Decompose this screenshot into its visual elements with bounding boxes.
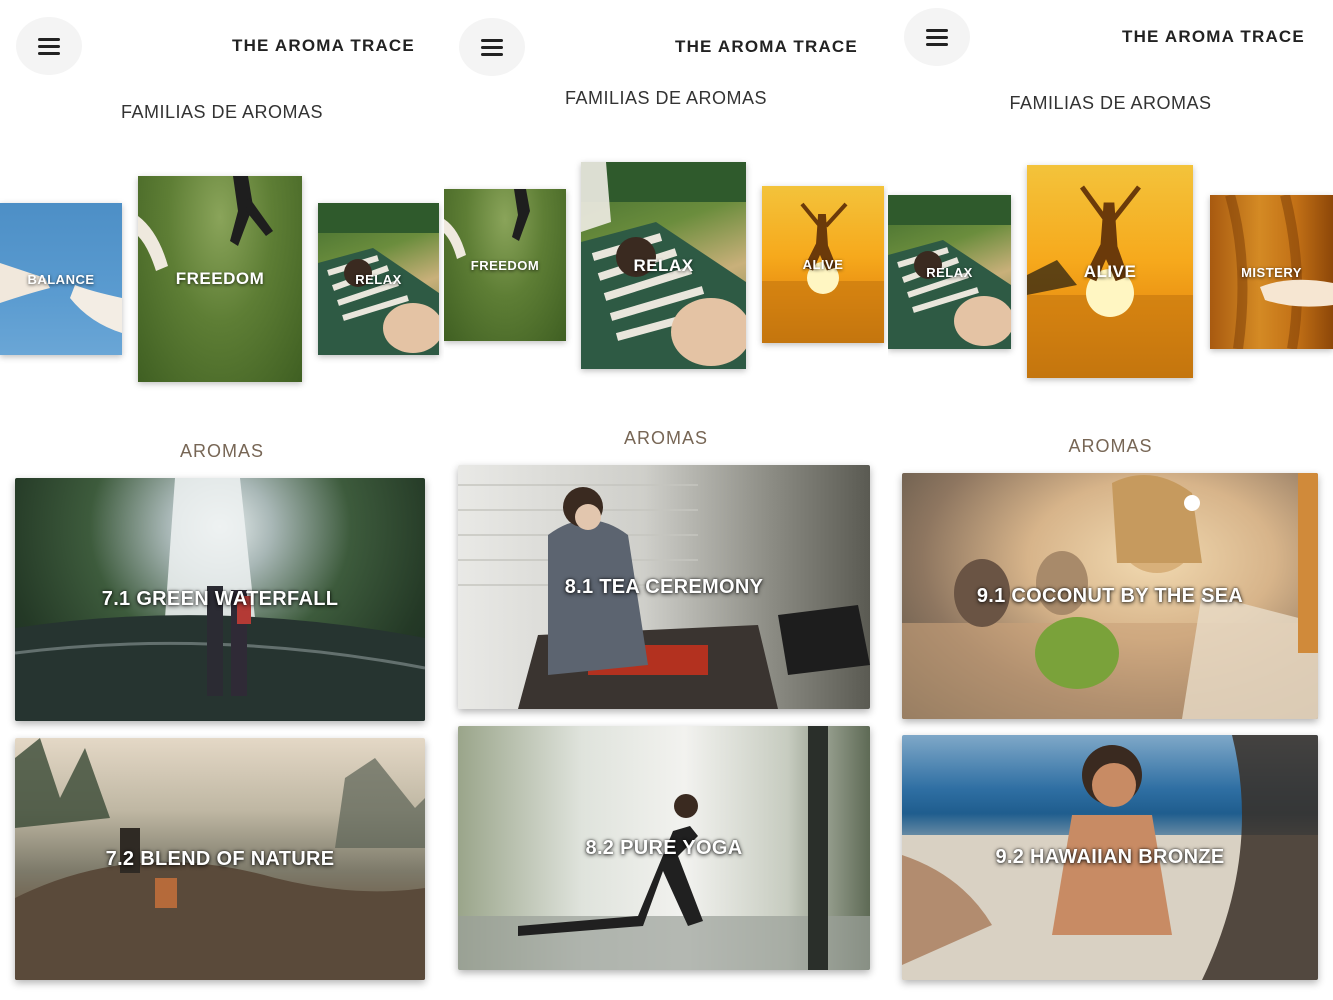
aroma-card-hawaiian-bronze[interactable]: 9.2 HAWAIIAN BRONZE	[902, 735, 1318, 980]
family-card-relax[interactable]: RELAX	[318, 203, 439, 355]
family-label: RELAX	[355, 271, 402, 287]
family-label: BALANCE	[27, 271, 95, 287]
brand-title: THE AROMA TRACE	[232, 36, 415, 55]
families-heading: FAMILIAS DE AROMAS	[120, 102, 324, 122]
menu-icon	[481, 39, 503, 56]
family-label: RELAX	[633, 255, 694, 275]
app-screen-2: THE AROMA TRACE FAMILIAS DE AROMAS FREED…	[444, 0, 888, 1000]
brand-title: THE AROMA TRACE	[1122, 27, 1305, 46]
families-heading: FAMILIAS DE AROMAS	[564, 88, 768, 108]
aroma-card-green-waterfall[interactable]: 7.1 GREEN WATERFALL	[15, 478, 425, 721]
family-card-alive[interactable]: ALIVE	[1027, 165, 1193, 378]
menu-icon	[926, 29, 948, 46]
family-card-freedom[interactable]: FREEDOM	[444, 189, 566, 341]
aroma-label: 9.1 COCONUT BY THE SEA	[976, 584, 1244, 607]
family-label: FREEDOM	[470, 257, 540, 273]
family-label: FREEDOM	[175, 269, 265, 288]
family-card-freedom[interactable]: FREEDOM	[138, 176, 302, 382]
family-label: ALIVE	[802, 257, 844, 272]
hamburger-menu-button[interactable]	[459, 18, 525, 76]
family-card-relax[interactable]: RELAX	[888, 195, 1011, 349]
aroma-card-coconut-by-the-sea[interactable]: 9.1 COCONUT BY THE SEA	[902, 473, 1318, 719]
families-heading: FAMILIAS DE AROMAS	[1009, 93, 1212, 113]
aroma-label: 8.2 PURE YOGA	[585, 836, 743, 859]
family-card-balance[interactable]: BALANCE	[0, 203, 122, 355]
aroma-card-tea-ceremony[interactable]: 8.1 TEA CEREMONY	[458, 465, 870, 709]
app-screen-3: THE AROMA TRACE FAMILIAS DE AROMAS RELAX…	[888, 0, 1333, 1000]
aroma-label: 8.1 TEA CEREMONY	[564, 575, 764, 598]
hamburger-menu-button[interactable]	[16, 17, 82, 75]
family-label: RELAX	[926, 264, 973, 280]
brand-title: THE AROMA TRACE	[675, 37, 858, 56]
family-card-relax[interactable]: RELAX	[581, 162, 746, 369]
family-label: ALIVE	[1083, 261, 1137, 281]
aroma-label: 9.2 HAWAIIAN BRONZE	[995, 846, 1225, 868]
aroma-label: 7.1 GREEN WATERFALL	[101, 588, 339, 610]
app-screen-1: THE AROMA TRACE FAMILIAS DE AROMAS BALAN…	[0, 0, 444, 1000]
aroma-card-pure-yoga[interactable]: 8.2 PURE YOGA	[458, 726, 870, 970]
family-card-mistery[interactable]: MISTERY	[1210, 195, 1333, 349]
aromas-heading: AROMAS	[179, 441, 264, 461]
aroma-label: 7.2 BLEND OF NATURE	[105, 847, 335, 870]
aromas-heading: AROMAS	[623, 428, 708, 448]
aroma-card-blend-of-nature[interactable]: 7.2 BLEND OF NATURE	[15, 738, 425, 980]
hamburger-menu-button[interactable]	[904, 8, 970, 66]
family-card-alive[interactable]: ALIVE	[762, 186, 884, 343]
family-label: MISTERY	[1241, 264, 1302, 280]
aromas-heading: AROMAS	[1068, 436, 1153, 456]
menu-icon	[38, 38, 60, 55]
